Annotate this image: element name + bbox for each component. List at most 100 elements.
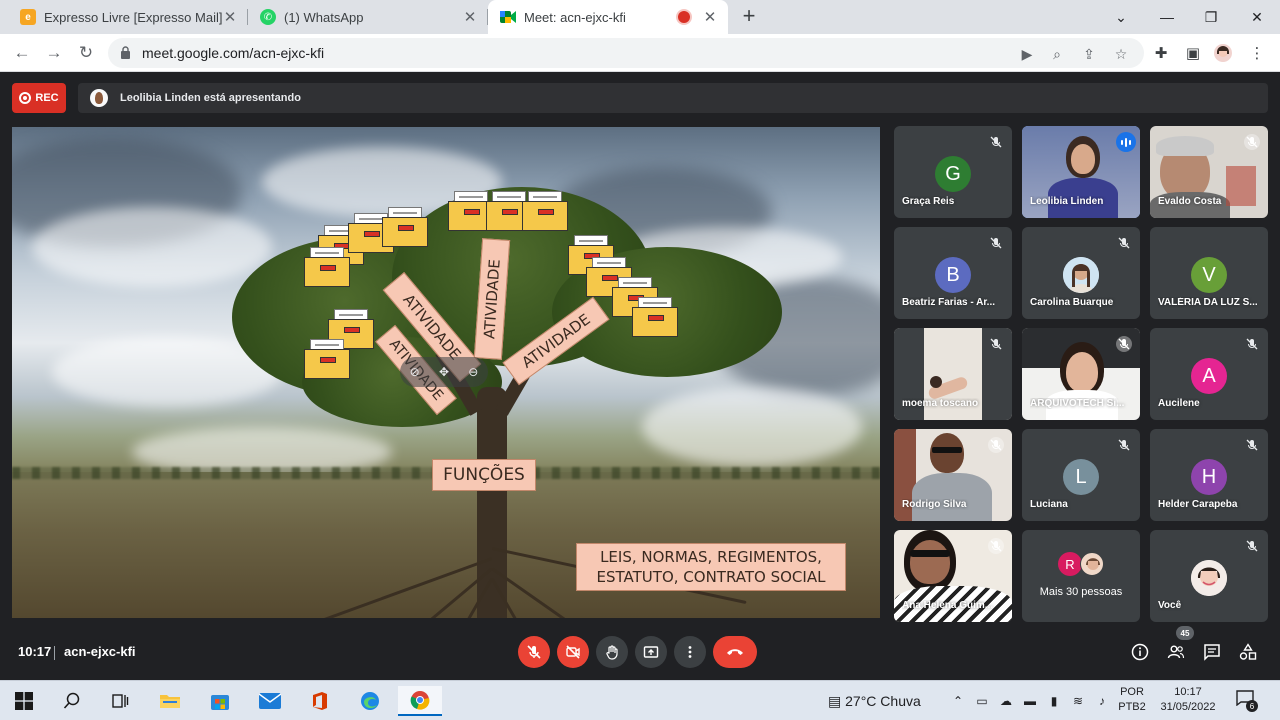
back-button[interactable]: ← xyxy=(10,41,34,65)
participant-name: Beatriz Farias - Ar... xyxy=(902,297,995,308)
activities-button[interactable] xyxy=(1236,640,1260,664)
wifi-icon[interactable]: ≋ xyxy=(1070,693,1086,709)
new-tab-button[interactable]: + xyxy=(738,5,760,28)
tab-title: Expresso Livre [Expresso Mail] xyxy=(44,9,222,25)
profile-avatar[interactable] xyxy=(1214,44,1232,62)
whatsapp-icon: ✆ xyxy=(260,9,276,25)
participant-avatar xyxy=(1080,552,1104,576)
more-people-label: Mais 30 pessoas xyxy=(1039,586,1123,598)
tab-expresso[interactable]: e Expresso Livre [Expresso Mail] ✕ xyxy=(8,0,248,34)
display-icon[interactable]: ▬ xyxy=(1022,693,1038,709)
participant-tile[interactable]: G Graça Reis xyxy=(894,126,1012,218)
chevron-up-icon[interactable]: ⌃ xyxy=(950,693,966,709)
presentation-stage[interactable]: ATIVIDADE ATIVIDADE ATIVIDADE ATIVIDADE … xyxy=(12,127,880,618)
participant-tile[interactable]: B Beatriz Farias - Ar... xyxy=(894,227,1012,319)
participant-tile[interactable]: ARQUIVOTECH Si... xyxy=(1022,328,1140,420)
battery-icon[interactable]: ▮ xyxy=(1046,693,1062,709)
start-button[interactable] xyxy=(2,686,46,716)
participant-name: Rodrigo Silva xyxy=(902,499,967,510)
mic-off-icon xyxy=(988,336,1004,352)
tab-whatsapp[interactable]: ✆ (1) WhatsApp ✕ xyxy=(248,0,488,34)
participant-avatar xyxy=(1063,257,1099,293)
store-button[interactable] xyxy=(198,686,242,716)
raise-hand-button[interactable] xyxy=(596,636,628,668)
participant-tile-self[interactable]: Você xyxy=(1150,530,1268,622)
participant-avatar: H xyxy=(1191,459,1227,495)
rec-label: REC xyxy=(35,92,59,104)
recording-button[interactable]: REC xyxy=(12,83,66,113)
mic-off-icon xyxy=(1116,336,1132,352)
address-bar[interactable]: meet.google.com/acn-ejxc-kfi ▶ ⌕ ⇪ ☆ xyxy=(108,38,1144,68)
people-button[interactable] xyxy=(1164,640,1188,664)
participant-tile[interactable]: Ana Helena Guim... xyxy=(894,530,1012,622)
cloud-icon[interactable]: ☁ xyxy=(998,693,1014,709)
camera-icon[interactable]: ▶ xyxy=(1018,45,1036,63)
leave-call-button[interactable] xyxy=(713,636,757,668)
laws-line-2: ESTATUTO, CONTRATO SOCIAL xyxy=(596,568,826,586)
file-explorer-button[interactable] xyxy=(148,686,192,716)
participant-tile[interactable]: Leolibia Linden xyxy=(1022,126,1140,218)
close-window-button[interactable]: ✕ xyxy=(1234,0,1280,34)
present-screen-button[interactable] xyxy=(635,636,667,668)
extensions-icon[interactable]: ✚ xyxy=(1152,44,1170,62)
meet-tray-icon[interactable]: ▭ xyxy=(974,693,990,709)
participant-tile[interactable]: Rodrigo Silva xyxy=(894,429,1012,521)
participant-name: Evaldo Costa xyxy=(1158,196,1222,207)
language-top: POR xyxy=(1120,686,1144,698)
office-button[interactable] xyxy=(298,686,342,716)
mic-off-icon[interactable]: ⊘ xyxy=(410,365,420,379)
microphone-toggle-button[interactable] xyxy=(518,636,550,668)
lock-icon[interactable] xyxy=(120,46,131,64)
chrome-button[interactable] xyxy=(398,686,442,716)
notifications-button[interactable]: 6 xyxy=(1236,690,1258,712)
weather-widget[interactable]: ▤ 27°C Chuva xyxy=(828,693,921,710)
share-icon[interactable]: ⇪ xyxy=(1080,45,1098,63)
bookmark-star-icon[interactable]: ☆ xyxy=(1112,45,1130,63)
url-text: meet.google.com/acn-ejxc-kfi xyxy=(142,45,325,61)
participant-tile[interactable]: L Luciana xyxy=(1022,429,1140,521)
forward-button[interactable]: → xyxy=(42,41,66,65)
pin-icon[interactable]: ✥ xyxy=(439,365,449,379)
system-clock[interactable]: 10:17 31/05/2022 xyxy=(1152,685,1224,717)
participant-tile[interactable]: Evaldo Costa xyxy=(1150,126,1268,218)
participant-tile[interactable]: A Aucilene xyxy=(1150,328,1268,420)
laws-label: LEIS, NORMAS, REGIMENTOS, ESTATUTO, CONT… xyxy=(576,543,846,591)
meet-control-bar: 10:17 acn-ejxc-kfi 45 xyxy=(0,626,1280,680)
task-view-button[interactable] xyxy=(98,686,142,716)
camera-toggle-button[interactable] xyxy=(557,636,589,668)
participant-tile[interactable]: R Mais 30 pessoas xyxy=(1022,530,1140,622)
meeting-details-button[interactable] xyxy=(1128,640,1152,664)
speaking-indicator-icon xyxy=(1116,132,1136,152)
participant-tile[interactable]: moema toscano xyxy=(894,328,1012,420)
participant-tile[interactable]: Carolina Buarque xyxy=(1022,227,1140,319)
reload-button[interactable]: ↻ xyxy=(74,41,98,65)
search-button[interactable] xyxy=(50,686,94,716)
edge-button[interactable] xyxy=(348,686,392,716)
zoom-icon[interactable]: ⌕ xyxy=(1048,45,1066,63)
presenting-text: Leolibia Linden está apresentando xyxy=(120,92,301,104)
tab-meet[interactable]: Meet: acn-ejxc-kfi ✕ xyxy=(488,0,728,34)
participant-name: ARQUIVOTECH Si... xyxy=(1030,398,1125,409)
divider xyxy=(54,646,55,660)
browser-tabstrip: e Expresso Livre [Expresso Mail] ✕ ✆ (1)… xyxy=(0,0,1280,34)
close-tab-icon[interactable]: ✕ xyxy=(462,9,478,26)
minimize-icon[interactable]: ⊖ xyxy=(468,365,478,379)
volume-icon[interactable]: ♪ xyxy=(1094,693,1110,709)
task-view-icon xyxy=(112,694,129,708)
side-panel-icon[interactable]: ▣ xyxy=(1184,44,1202,62)
chat-button[interactable] xyxy=(1200,640,1224,664)
participant-tile[interactable]: V VALÉRIA DA LUZ S... xyxy=(1150,227,1268,319)
mail-button[interactable] xyxy=(248,686,292,716)
meeting-code: acn-ejxc-kfi xyxy=(64,644,136,659)
close-tab-icon[interactable]: ✕ xyxy=(222,9,238,26)
minimize-button[interactable]: — xyxy=(1144,0,1190,34)
language-indicator[interactable]: POR PTB2 xyxy=(1114,685,1150,717)
restore-button[interactable]: ❐ xyxy=(1188,0,1234,34)
participant-tile[interactable]: H Helder Carapeba xyxy=(1150,429,1268,521)
more-options-button[interactable] xyxy=(674,636,706,668)
participant-name: Carolina Buarque xyxy=(1030,297,1114,308)
close-tab-icon[interactable]: ✕ xyxy=(702,9,718,26)
folder-icon xyxy=(304,339,350,379)
chrome-menu-icon[interactable]: ⋮ xyxy=(1248,44,1266,62)
tab-search-icon[interactable]: ⌄ xyxy=(1098,0,1144,34)
